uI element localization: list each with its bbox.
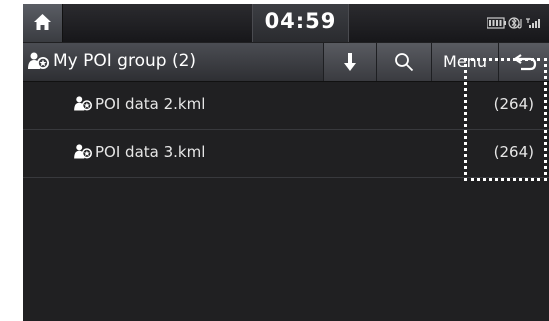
poi-file-icon — [74, 96, 93, 117]
home-button[interactable] — [23, 4, 63, 42]
poi-file-icon — [74, 144, 93, 165]
page-title: My POI group (2) — [53, 51, 197, 71]
navigation-screen: 04:59 My POI group (2) Menu POI data 2.k… — [23, 4, 549, 321]
poi-group-icon — [28, 52, 50, 76]
clock-box[interactable]: 04:59 — [252, 4, 349, 42]
list-item-label: POI data 2.kml — [95, 95, 206, 113]
clock: 04:59 — [264, 9, 337, 33]
download-icon — [344, 53, 356, 71]
bluetooth-icon — [508, 17, 522, 29]
download-button[interactable] — [323, 43, 376, 81]
highlight-box — [464, 58, 547, 181]
search-button[interactable] — [376, 43, 431, 81]
home-icon — [34, 14, 51, 30]
list-item-label: POI data 3.kml — [95, 143, 206, 161]
status-bar: 04:59 — [23, 4, 549, 42]
search-icon — [395, 53, 414, 72]
battery-icon — [487, 17, 506, 29]
status-icons — [487, 17, 547, 29]
signal-icon — [526, 18, 540, 28]
